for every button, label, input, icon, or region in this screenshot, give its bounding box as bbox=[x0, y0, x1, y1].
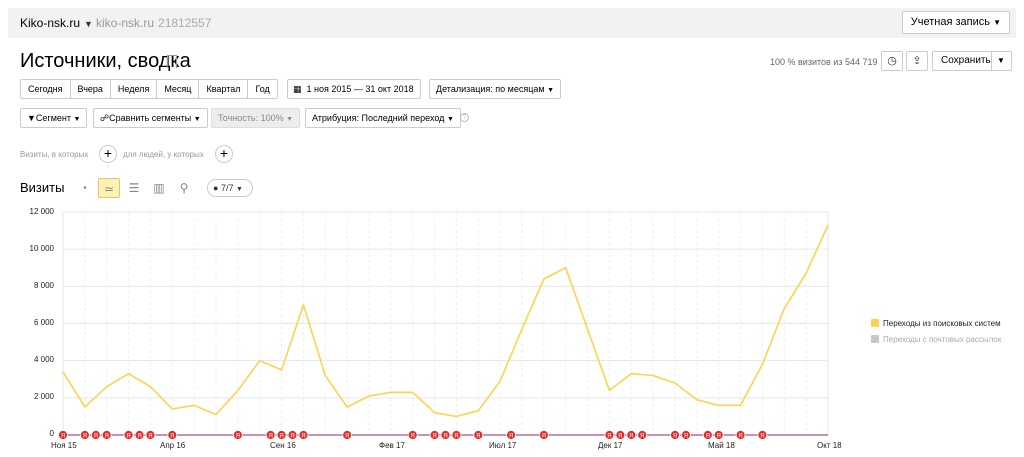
annotation-marker-label: Я bbox=[476, 434, 480, 440]
legend-label: Переходы из поисковых систем bbox=[883, 319, 1001, 328]
annotation-marker-label: Я bbox=[684, 434, 688, 440]
checkbox-icon[interactable] bbox=[871, 335, 879, 343]
annotation-marker-label: Я bbox=[454, 434, 458, 440]
annotation-marker-label: Я bbox=[432, 434, 436, 440]
annotation-marker-label: Я bbox=[170, 434, 174, 440]
annotation-marker-label: Я bbox=[411, 434, 415, 440]
annotation-marker-label: Я bbox=[268, 434, 272, 440]
annotation-marker-label: Я bbox=[673, 434, 677, 440]
annotation-marker-label: Я bbox=[706, 434, 710, 440]
annotation-marker-label: Я bbox=[137, 434, 141, 440]
annotation-marker-label: Я bbox=[61, 434, 65, 440]
annotation-marker-label: Я bbox=[443, 434, 447, 440]
annotation-marker-label: Я bbox=[607, 434, 611, 440]
annotation-marker-label: Я bbox=[760, 434, 764, 440]
annotation-marker-label: Я bbox=[279, 434, 283, 440]
legend-item-email[interactable]: Переходы с почтовых рассылок bbox=[871, 335, 1001, 344]
annotation-marker-label: Я bbox=[717, 434, 721, 440]
annotation-marker-label: Я bbox=[126, 434, 130, 440]
annotation-marker-label: Я bbox=[148, 434, 152, 440]
annotation-marker-label: Я bbox=[290, 434, 294, 440]
annotation-marker-label: Я bbox=[94, 434, 98, 440]
checkbox-icon[interactable] bbox=[871, 319, 879, 327]
annotation-marker-label: Я bbox=[236, 434, 240, 440]
legend-item-search[interactable]: Переходы из поисковых систем bbox=[871, 319, 1001, 328]
visits-line-chart: ЯЯЯЯЯЯЯЯЯЯЯЯЯЯЯЯЯЯЯЯЯЯЯЯЯЯЯЯЯЯЯ bbox=[58, 211, 829, 440]
annotation-marker-label: Я bbox=[542, 434, 546, 440]
annotation-marker-label: Я bbox=[618, 434, 622, 440]
annotation-marker-label: Я bbox=[83, 434, 87, 440]
annotation-marker-label: Я bbox=[105, 434, 109, 440]
series-line-search bbox=[62, 224, 829, 418]
legend-label: Переходы с почтовых рассылок bbox=[883, 335, 1002, 344]
annotation-marker-label: Я bbox=[301, 434, 305, 440]
annotation-marker-label: Я bbox=[509, 434, 513, 440]
annotation-marker-label: Я bbox=[738, 434, 742, 440]
annotation-marker-label: Я bbox=[640, 434, 644, 440]
annotation-marker-label: Я bbox=[629, 434, 633, 440]
annotation-marker-label: Я bbox=[345, 434, 349, 440]
